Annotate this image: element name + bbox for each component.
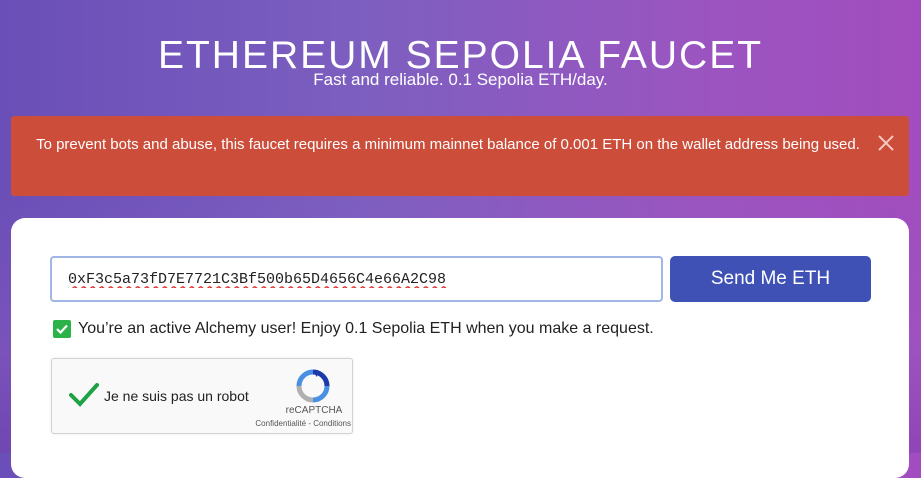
alert-banner: To prevent bots and abuse, this faucet r… — [11, 116, 909, 196]
alchemy-user-notice: You’re an active Alchemy user! Enjoy 0.1… — [53, 319, 654, 339]
recaptcha-widget: Je ne suis pas un robot reCAPTCHA Confid… — [51, 358, 353, 434]
wallet-address-input[interactable] — [50, 256, 663, 302]
send-me-eth-button[interactable]: Send Me ETH — [670, 256, 871, 302]
captcha-checkmark-icon[interactable] — [68, 381, 100, 409]
alert-message: To prevent bots and abuse, this faucet r… — [36, 136, 860, 153]
recaptcha-links[interactable]: Confidentialité - Conditions — [241, 419, 351, 428]
faucet-card: Send Me ETH You’re an active Alchemy use… — [11, 218, 909, 478]
checkmark-icon — [53, 320, 71, 338]
recaptcha-brand: reCAPTCHA — [285, 405, 343, 416]
notice-text: You’re an active Alchemy user! Enjoy 0.1… — [78, 320, 654, 337]
recaptcha-logo-icon — [296, 369, 330, 403]
close-icon[interactable] — [877, 134, 895, 152]
page-subtitle: Fast and reliable. 0.1 Sepolia ETH/day. — [313, 70, 608, 89]
captcha-label: Je ne suis pas un robot — [104, 388, 249, 404]
